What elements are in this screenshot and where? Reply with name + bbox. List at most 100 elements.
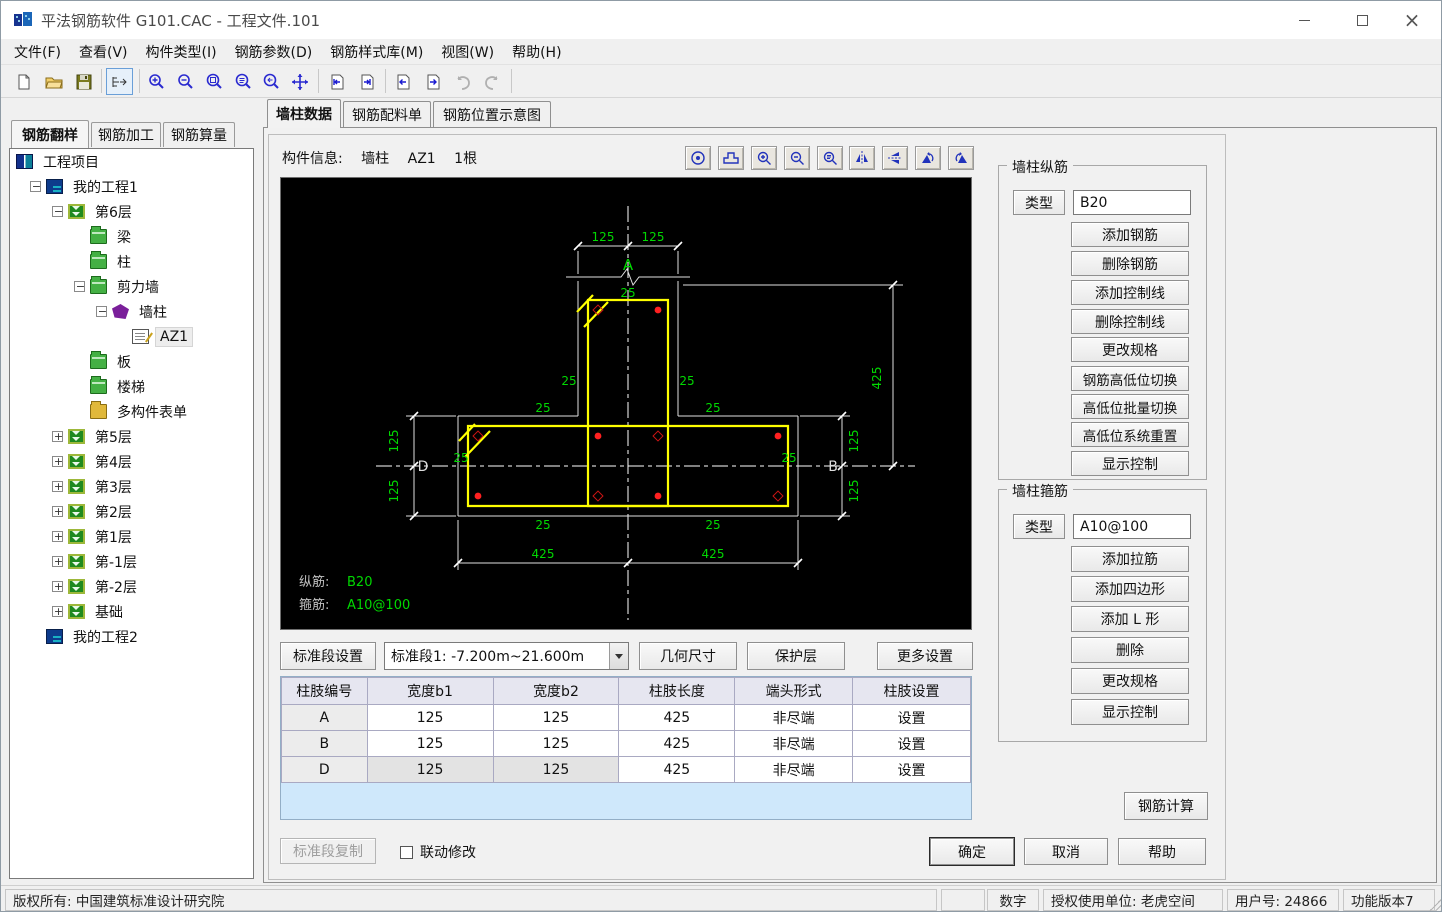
more-settings-button[interactable]: 更多设置 xyxy=(877,642,973,670)
tree-item-floor-6[interactable]: 第6层 xyxy=(10,199,253,224)
cell-b2[interactable]: 125 xyxy=(493,705,619,731)
cell-length[interactable]: 425 xyxy=(619,731,735,757)
mirror-vertical-button[interactable] xyxy=(849,146,875,170)
menu-view[interactable]: 查看(V) xyxy=(70,39,137,65)
display-control-button[interactable]: 显示控制 xyxy=(1071,699,1189,725)
menu-viewport[interactable]: 视图(W) xyxy=(432,39,503,65)
tree-item-stair[interactable]: 楼梯 xyxy=(10,374,253,399)
tree-item-floor-minus2[interactable]: 第-2层 xyxy=(10,574,253,599)
canvas-zoom-extents-button[interactable] xyxy=(817,146,843,170)
high-low-batch-toggle-button[interactable]: 高低位批量切换 xyxy=(1071,394,1189,419)
zoom-out-button[interactable] xyxy=(172,68,199,95)
cell-end-type[interactable]: 非尽端 xyxy=(735,757,853,783)
vertical-type-field[interactable]: B20 xyxy=(1073,190,1191,215)
tree-item-floor-2[interactable]: 第2层 xyxy=(10,499,253,524)
cell-limb-settings[interactable]: 设置 xyxy=(853,731,971,757)
rotate-cw-button[interactable] xyxy=(948,146,974,170)
canvas-zoom-in-button[interactable] xyxy=(751,146,777,170)
rebar-high-low-toggle-button[interactable]: 钢筋高低位切换 xyxy=(1071,366,1189,391)
expand-icon[interactable] xyxy=(52,506,63,517)
previous-item-button[interactable] xyxy=(389,68,416,95)
menu-file[interactable]: 文件(F) xyxy=(5,39,70,65)
stirrup-type-field[interactable]: A10@100 xyxy=(1073,514,1191,539)
chevron-down-icon[interactable] xyxy=(609,643,628,669)
expand-icon[interactable] xyxy=(52,531,63,542)
tab-rebar-quantity[interactable]: 钢筋算量 xyxy=(163,122,235,147)
first-item-button[interactable] xyxy=(323,68,350,95)
tree-item-floor-5[interactable]: 第5层 xyxy=(10,424,253,449)
tree-item-my-project-2[interactable]: 我的工程2 xyxy=(10,624,253,649)
save-button[interactable] xyxy=(70,68,97,95)
minimize-button[interactable] xyxy=(1281,1,1327,39)
expand-icon[interactable] xyxy=(52,606,63,617)
expand-icon[interactable] xyxy=(52,556,63,567)
tree-item-my-project-1[interactable]: 我的工程1 xyxy=(10,174,253,199)
cell-b1[interactable]: 125 xyxy=(367,731,493,757)
tab-rebar-schedule[interactable]: 钢筋配料单 xyxy=(343,101,431,127)
open-file-button[interactable] xyxy=(40,68,67,95)
new-file-button[interactable] xyxy=(10,68,37,95)
cell-b2[interactable]: 125 xyxy=(493,731,619,757)
tab-wall-column-data[interactable]: 墙柱数据 xyxy=(267,99,341,128)
delete-button[interactable]: 删除 xyxy=(1071,637,1189,663)
collapse-icon[interactable] xyxy=(74,281,85,292)
mirror-horizontal-button[interactable] xyxy=(882,146,908,170)
add-quad-button[interactable]: 添加四边形 xyxy=(1071,576,1189,602)
collapse-icon[interactable] xyxy=(30,181,41,192)
collapse-icon[interactable] xyxy=(52,206,63,217)
tab-rebar-position-diagram[interactable]: 钢筋位置示意图 xyxy=(433,101,551,127)
tree-item-shear-wall[interactable]: 剪力墙 xyxy=(10,274,253,299)
display-control-button[interactable]: 显示控制 xyxy=(1071,451,1189,476)
change-spec-button[interactable]: 更改规格 xyxy=(1071,668,1189,694)
maximize-button[interactable] xyxy=(1339,1,1385,39)
origin-button[interactable] xyxy=(685,146,711,170)
standard-segment-combo[interactable]: 标准段1: -7.200m~21.600m xyxy=(384,642,629,670)
add-tie-button[interactable]: 添加拉筋 xyxy=(1071,546,1189,572)
tree-item-floor-3[interactable]: 第3层 xyxy=(10,474,253,499)
tree-item-multi-component-list[interactable]: 多构件表单 xyxy=(10,399,253,424)
cell-length[interactable]: 425 xyxy=(619,705,735,731)
ok-button[interactable]: 确定 xyxy=(930,838,1014,865)
tree-item-floor-minus1[interactable]: 第-1层 xyxy=(10,549,253,574)
cell-end-type[interactable]: 非尽端 xyxy=(735,731,853,757)
tree-item-az1[interactable]: AZ1 xyxy=(10,324,253,349)
redo-button[interactable] xyxy=(479,68,506,95)
rotate-ccw-button[interactable] xyxy=(915,146,941,170)
expand-icon[interactable] xyxy=(52,431,63,442)
close-button[interactable]: × xyxy=(1389,1,1435,39)
cancel-button[interactable]: 取消 xyxy=(1024,838,1108,865)
stirrup-type-button[interactable]: 类型 xyxy=(1013,514,1065,539)
expand-icon[interactable] xyxy=(52,481,63,492)
zoom-extents-button[interactable] xyxy=(230,68,257,95)
delete-rebar-button[interactable]: 删除钢筋 xyxy=(1071,251,1189,276)
vertical-type-button[interactable]: 类型 xyxy=(1013,190,1065,215)
rebar-calculate-button[interactable]: 钢筋计算 xyxy=(1124,792,1208,820)
cover-layer-button[interactable]: 保护层 xyxy=(747,642,845,670)
collapse-icon[interactable] xyxy=(96,306,107,317)
tree-item-beam[interactable]: 梁 xyxy=(10,224,253,249)
cell-b1[interactable]: 125 xyxy=(367,705,493,731)
menu-rebar-params[interactable]: 钢筋参数(D) xyxy=(226,39,322,65)
resize-grip[interactable] xyxy=(1428,898,1442,912)
linked-edit-option[interactable]: 联动修改 xyxy=(400,842,476,862)
tree-item-foundation[interactable]: 基础 xyxy=(10,599,253,624)
tree-item-project-root[interactable]: 工程项目 xyxy=(10,149,253,174)
delete-control-line-button[interactable]: 删除控制线 xyxy=(1071,309,1189,334)
high-low-system-reset-button[interactable]: 高低位系统重置 xyxy=(1071,422,1189,447)
zoom-previous-button[interactable] xyxy=(258,68,285,95)
tree-item-floor-1[interactable]: 第1层 xyxy=(10,524,253,549)
tab-rebar-processing[interactable]: 钢筋加工 xyxy=(91,122,161,147)
cell-b2[interactable]: 125 xyxy=(493,757,619,783)
add-rebar-button[interactable]: 添加钢筋 xyxy=(1071,222,1189,247)
pan-button[interactable] xyxy=(286,68,313,95)
undo-button[interactable] xyxy=(449,68,476,95)
add-control-line-button[interactable]: 添加控制线 xyxy=(1071,280,1189,305)
geometry-size-button[interactable]: 几何尺寸 xyxy=(639,642,737,670)
toggle-tree-panel-button[interactable] xyxy=(106,68,133,95)
cell-end-type[interactable]: 非尽端 xyxy=(735,705,853,731)
menu-component-type[interactable]: 构件类型(I) xyxy=(137,39,226,65)
expand-icon[interactable] xyxy=(52,581,63,592)
help-button[interactable]: 帮助 xyxy=(1118,838,1206,865)
add-l-shape-button[interactable]: 添加 L 形 xyxy=(1071,606,1189,632)
zoom-in-button[interactable] xyxy=(143,68,170,95)
